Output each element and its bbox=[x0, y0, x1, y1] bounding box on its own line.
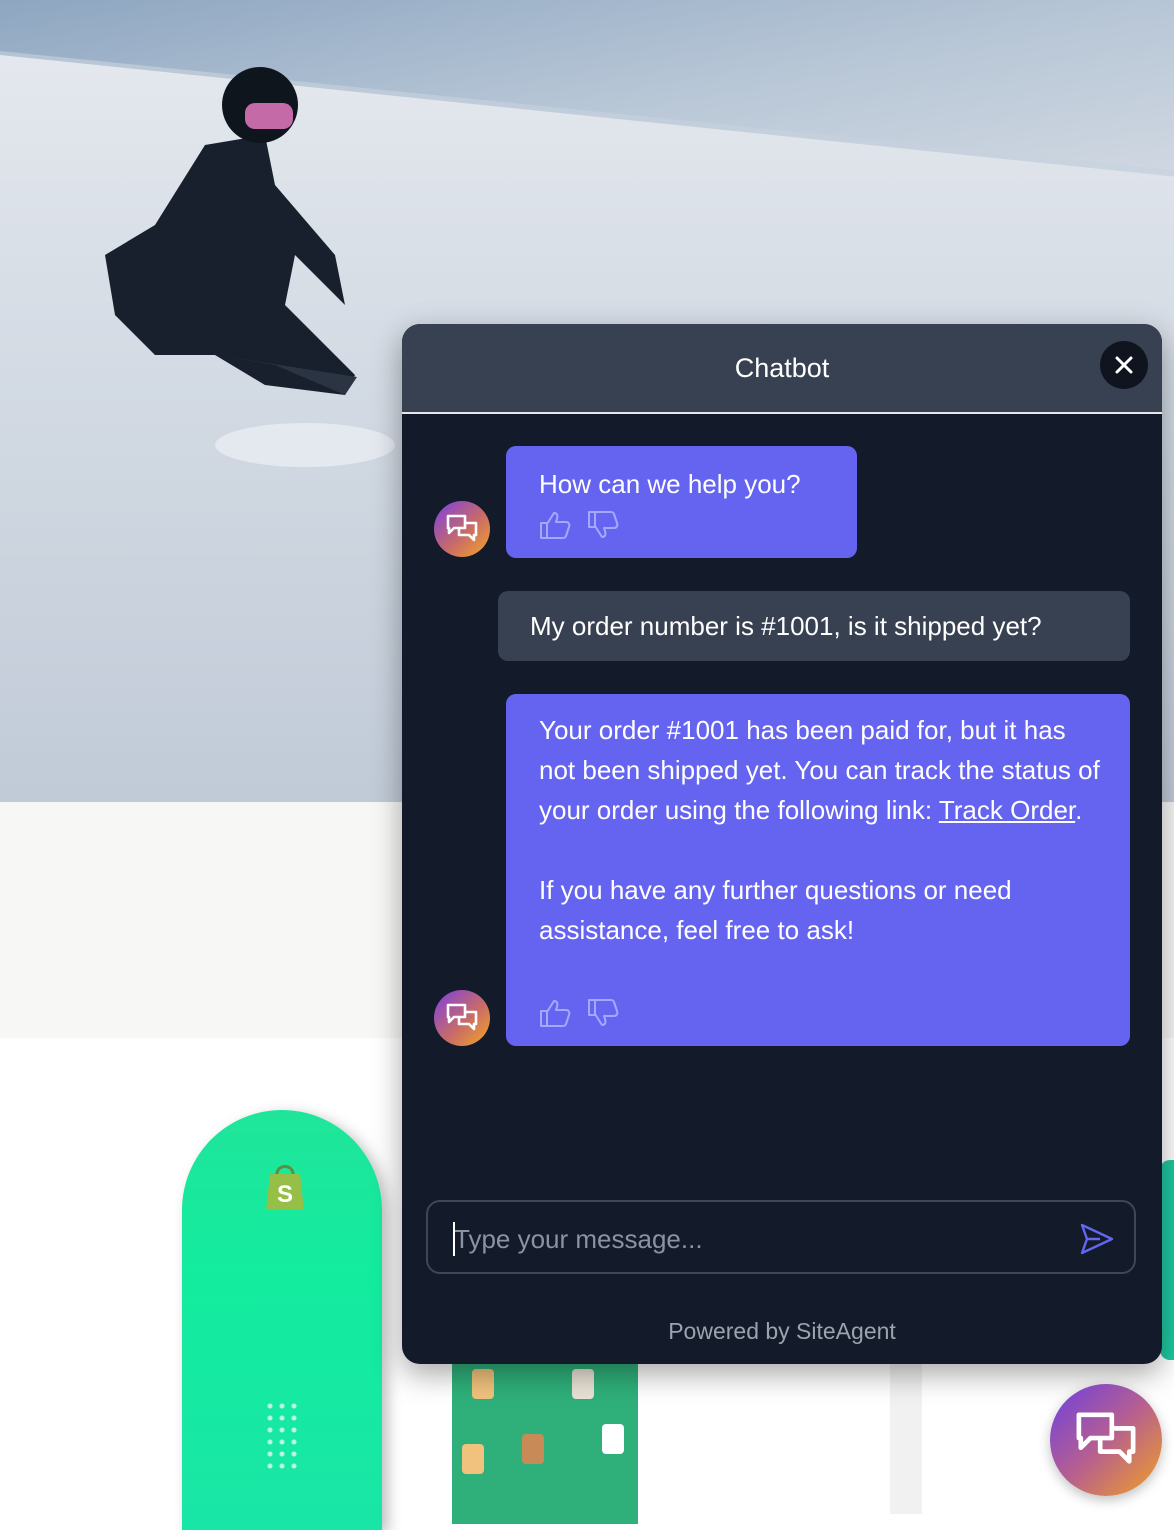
bot-message: Your order #1001 has been paid for, but … bbox=[506, 694, 1130, 1046]
chat-launcher-button[interactable] bbox=[1050, 1384, 1162, 1496]
close-button[interactable] bbox=[1100, 341, 1148, 389]
thumbs-down-button[interactable] bbox=[586, 998, 620, 1028]
snowboarder-figure bbox=[105, 67, 395, 467]
thumbs-up-button[interactable] bbox=[538, 998, 572, 1028]
chat-title: Chatbot bbox=[734, 353, 830, 383]
chat-header: Chatbot bbox=[402, 324, 1162, 414]
feedback-controls bbox=[538, 998, 620, 1028]
bot-message: How can we help you? bbox=[506, 446, 857, 558]
pixel-character bbox=[602, 1424, 624, 1454]
green-snowboard-product[interactable]: S bbox=[182, 1110, 382, 1530]
send-button[interactable] bbox=[1078, 1220, 1116, 1258]
thumbs-up-icon bbox=[540, 512, 571, 539]
chat-bubbles-icon bbox=[446, 1003, 478, 1031]
partial-snowboard-product[interactable] bbox=[1160, 1160, 1174, 1360]
chatbot-window: Chatbot How can we help you? My order nu… bbox=[402, 324, 1162, 1364]
chat-bubbles-icon bbox=[446, 514, 478, 542]
text-caret bbox=[453, 1222, 455, 1256]
product-card-edge bbox=[890, 1360, 922, 1514]
message-followup: If you have any further questions or nee… bbox=[539, 875, 1012, 945]
chat-bubbles-icon bbox=[1076, 1412, 1136, 1464]
message-text-part: . bbox=[1075, 795, 1083, 825]
svg-text:S: S bbox=[277, 1181, 293, 1208]
send-icon bbox=[1080, 1223, 1114, 1255]
thumbs-down-button[interactable] bbox=[586, 510, 620, 540]
bot-avatar bbox=[434, 990, 490, 1046]
thumbs-up-icon bbox=[540, 1000, 571, 1027]
powered-by-footer: Powered by SiteAgent bbox=[668, 1318, 896, 1344]
bot-avatar bbox=[434, 501, 490, 557]
message-text: My order number is #1001, is it shipped … bbox=[530, 611, 1042, 641]
message-input-container bbox=[426, 1200, 1136, 1274]
user-message: My order number is #1001, is it shipped … bbox=[498, 591, 1130, 661]
message-input[interactable] bbox=[452, 1216, 1066, 1262]
message-text: Your order #1001 has been paid for, but … bbox=[539, 710, 1104, 950]
feedback-controls bbox=[538, 510, 620, 540]
close-icon bbox=[1115, 356, 1133, 374]
pixel-character bbox=[472, 1369, 494, 1399]
pixel-art-snowboard-product[interactable] bbox=[452, 1364, 638, 1524]
message-text: How can we help you? bbox=[539, 469, 801, 499]
thumbs-up-button[interactable] bbox=[538, 510, 572, 540]
pixel-character bbox=[522, 1434, 544, 1464]
binding-inserts bbox=[264, 1400, 298, 1470]
thumbs-down-icon bbox=[588, 999, 619, 1026]
pixel-character bbox=[462, 1444, 484, 1474]
track-order-link[interactable]: Track Order bbox=[939, 795, 1075, 825]
pixel-character bbox=[572, 1369, 594, 1399]
thumbs-down-icon bbox=[588, 511, 619, 538]
shopify-bag-icon: S bbox=[266, 1165, 304, 1210]
